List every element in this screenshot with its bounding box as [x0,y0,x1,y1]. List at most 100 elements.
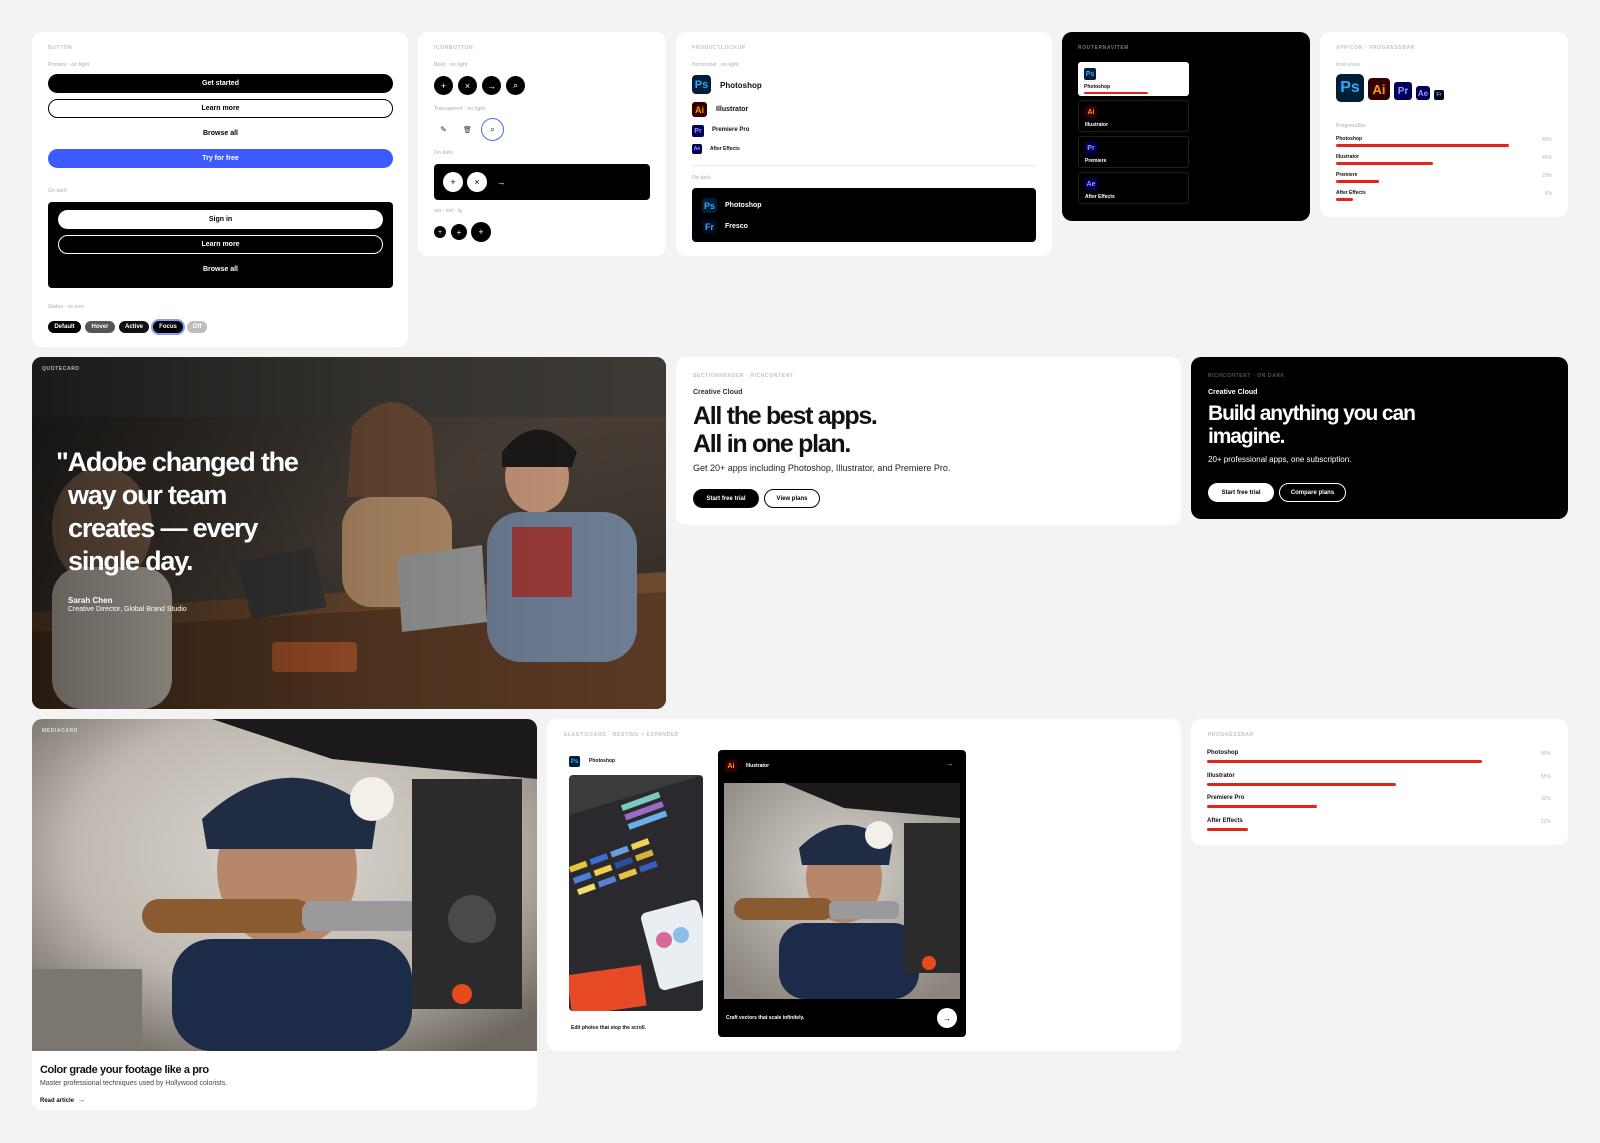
rich-body: 20+ professional apps, one subscription. [1208,455,1352,464]
state-off-pill[interactable]: Off [187,321,207,333]
close-icon[interactable]: × [467,172,487,192]
edit-icon[interactable]: ✎ [434,120,453,139]
plus-icon[interactable]: + [434,76,453,95]
nav-item-premiere[interactable]: Pr Premiere [1078,136,1189,168]
quote-card: QUOTECARD "Adobe changed the way our tea… [32,357,666,709]
card-label: QUOTECARD [42,366,80,372]
quote-line: "Adobe changed the [56,447,299,477]
state-hover-pill[interactable]: Hover [85,321,115,333]
dark-panel: Sign in Learn more Browse all [48,202,393,288]
card-label: RICHCONTENT · ON DARK [1208,373,1285,379]
eyebrow: Creative Cloud [693,389,743,396]
nav-item-after-effects[interactable]: Ae After Effects [1078,172,1189,204]
nav-item-label: Illustrator [1085,122,1109,128]
learn-more-button[interactable]: Learn more [48,99,393,118]
section-label: Primary · on light [48,62,90,68]
media-photo [32,719,537,1051]
elastic-app-name: Illustrator [746,763,770,769]
section-label: On dark [434,150,453,156]
after-effects-icon: Ae [692,144,702,154]
learn-more-dark-button[interactable]: Learn more [58,235,383,254]
view-plans-button[interactable]: View plans [764,489,820,508]
progress-bar-fill [1336,198,1353,201]
plus-icon-sm[interactable]: + [434,226,446,238]
close-icon[interactable]: × [458,76,477,95]
divider [692,165,1036,166]
arrow-right-icon[interactable]: → [482,76,501,95]
progress-percent: 8% [1544,191,1552,197]
progress-label: Photoshop [1336,136,1363,142]
product-name: After Effects [710,146,740,152]
elastic-caption: Edit photos that stop the scroll. [571,1025,646,1031]
rich-content-dark-card: RICHCONTENT · ON DARK Creative Cloud Bui… [1191,357,1568,519]
progressbar-card: PROGRESSBAR Photoshop 80% Illustrator 55% Pr… [1191,719,1568,845]
dark-panel: Ps Photoshop Fr Fresco [692,188,1036,242]
arrow-right-icon[interactable]: → [937,1008,957,1028]
elastic-resting-photo [569,775,703,1011]
search-focus-icon[interactable]: ⌕ [481,118,504,141]
card-label: ICONBUTTON [434,45,474,51]
section-label: Horizontal · on light [692,62,739,68]
product-name: Illustrator [716,106,749,113]
arrow-right-icon: → [78,1097,86,1104]
photoshop-icon: Ps [1336,74,1364,102]
elastic-card-expanded[interactable]: Ai Illustrator → Craft vectors that scal… [718,750,966,1037]
read-article-label: Read article [40,1097,75,1104]
plus-icon[interactable]: + [443,172,463,192]
section-label: States · xs size [48,304,84,310]
compare-plans-button[interactable]: Compare plans [1279,483,1346,502]
start-free-trial-button[interactable]: Start free trial [693,489,759,508]
elastic-card-resting[interactable]: Ps Photoshop Edit photos that stop the s… [569,750,703,1038]
card-label: SECTIONHEADER · RICHCONTENT [693,373,794,379]
after-effects-icon: Ae [1416,86,1430,100]
media-title: Color grade your footage like a pro [40,1064,209,1076]
quote-text: "Adobe changed the way our team creates … [56,446,299,578]
nav-item-photoshop[interactable]: Ps Photoshop [1078,62,1189,96]
photoshop-icon: Ps [692,75,711,94]
state-active-pill[interactable]: Active [119,321,149,333]
progress-percent: 12% [1540,818,1551,825]
product-name: Fresco [725,223,748,230]
section-label: Bold · on light [434,62,468,68]
progress-label: Illustrator [1207,772,1235,779]
card-label: MEDIACARD [42,728,78,734]
quote-author-role: Creative Director, Global Brand Studio [68,606,187,613]
plus-icon-lg[interactable]: + [471,222,491,242]
plus-icon-md[interactable]: + [451,224,467,240]
progress-label: Premiere [1336,172,1358,178]
progress-percent: 45% [1541,155,1552,161]
rich-heading: Build anything you can imagine. [1208,402,1416,448]
illustrator-icon: Ai [1368,78,1390,100]
try-for-free-button[interactable]: Try for free [48,149,393,168]
progress-label: Illustrator [1336,154,1360,160]
card-label: PRODUCTLOCKUP [692,45,746,51]
card-label: ELASTICCARD · RESTING + EXPANDED [564,732,679,738]
productlockup-card: PRODUCTLOCKUP Horizontal · on light Ps P… [676,32,1052,256]
progress-percent: 20% [1541,173,1552,179]
trash-icon[interactable]: 🗑 [458,120,477,139]
state-focus-pill[interactable]: Focus [153,321,183,333]
section-body: Get 20+ apps including Photoshop, Illust… [693,463,951,473]
arrow-right-icon[interactable]: → [946,761,953,768]
progress-bar-fill [1207,760,1482,763]
read-article-link[interactable]: Read article → [40,1097,85,1104]
premiere-icon: Pr [692,125,704,137]
progress-percent: 80% [1540,751,1551,757]
media-card: MEDIACARD Color grade your footage like … [32,719,537,1110]
browse-all-dark-button[interactable]: Browse all [58,260,383,279]
get-started-button[interactable]: Get started [48,74,393,93]
state-default-pill[interactable]: Default [48,321,81,333]
section-label: Transparent · on light [434,106,486,112]
illustrator-icon: Ai [1085,106,1097,118]
nav-item-illustrator[interactable]: Ai Illustrator [1078,100,1189,132]
search-icon[interactable]: ⌕ [506,76,525,95]
elastic-caption: Craft vectors that scale infinitely. [726,1015,805,1021]
progress-label: Premiere Pro [1207,795,1245,801]
heading-line: All in one plan. [693,430,851,458]
sign-in-button[interactable]: Sign in [58,210,383,229]
product-name: Photoshop [725,202,762,209]
start-free-trial-button[interactable]: Start free trial [1208,483,1274,502]
arrow-right-icon[interactable]: → [491,172,511,192]
browse-all-button[interactable]: Browse all [48,124,393,143]
section-header-card: SECTIONHEADER · RICHCONTENT Creative Clo… [676,357,1181,525]
